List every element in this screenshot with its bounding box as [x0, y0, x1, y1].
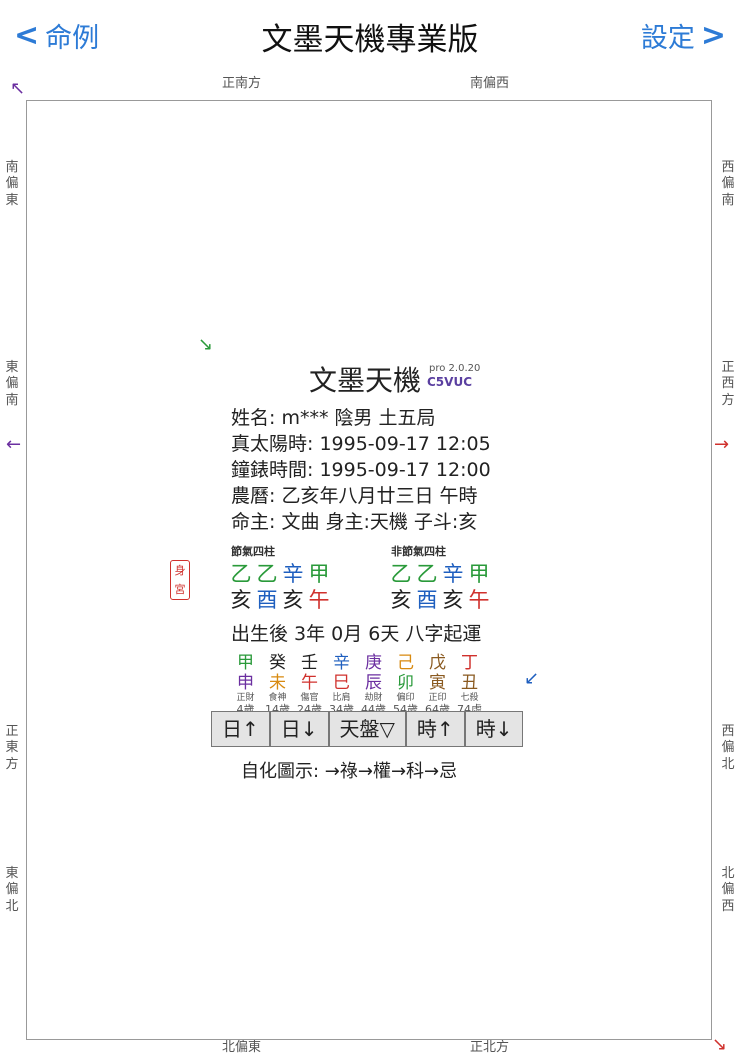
- pillar-char: 亥: [442, 588, 464, 612]
- info-line: 命主: 文曲 身主:天機 子斗:亥: [231, 511, 478, 533]
- nav-button[interactable]: 日↓: [269, 711, 329, 747]
- luck-char: 癸: [269, 653, 286, 673]
- pillar: 辛亥: [282, 561, 304, 613]
- pillar-char: 亥: [282, 588, 304, 612]
- direction-label: 南偏西: [470, 76, 510, 91]
- pillar: 乙亥: [230, 561, 252, 613]
- luck-char: 巳: [333, 673, 350, 693]
- luck-char: 丑: [461, 673, 478, 693]
- pillar-char: 辛: [442, 562, 464, 586]
- pillar-label: 非節氣四柱: [391, 545, 446, 558]
- pillar-char: 酉: [416, 588, 438, 612]
- luck-char: 辰: [365, 673, 382, 693]
- pillar: 辛亥: [442, 561, 464, 613]
- pillar-char: 乙: [390, 562, 412, 586]
- pillar-char: 乙: [256, 562, 278, 586]
- pillar-char: 午: [468, 588, 490, 612]
- chevron-right-icon: >: [700, 17, 726, 53]
- pillar-char: 甲: [468, 562, 490, 586]
- pillar-char: 乙: [230, 562, 252, 586]
- arrow-icon: ↘: [712, 1034, 728, 1054]
- ten-god: 七殺: [460, 693, 479, 703]
- info-line: 真太陽時: 1995-09-17 12:05: [231, 433, 491, 455]
- pillars-jieqi: 乙亥乙酉辛亥甲午: [230, 561, 330, 613]
- ten-god: 劫財: [364, 693, 383, 703]
- direction-label: 北偏西: [721, 866, 735, 914]
- center-title: 文墨天機: [309, 364, 422, 397]
- luck-char: 申: [237, 673, 254, 693]
- pillar-char: 酉: [256, 588, 278, 612]
- ten-god: 傷官: [300, 693, 319, 703]
- luck-char: 卯: [397, 673, 414, 693]
- pillar: 甲午: [308, 561, 330, 613]
- page-title: 文墨天機專業版: [261, 22, 479, 58]
- pillar: 甲午: [468, 561, 490, 613]
- info-line: 出生後 3年 0月 6天 八字起運: [231, 623, 482, 645]
- toolbar: 日↑ 日↓ 天盤▽ 時↑ 時↓: [211, 711, 524, 747]
- arrow-icon: ↙: [524, 668, 540, 689]
- arrow-icon: →: [714, 434, 730, 455]
- pillar-char: 亥: [230, 588, 252, 612]
- shen-badge: 身宮: [170, 560, 190, 600]
- pillar-char: 甲: [308, 562, 330, 586]
- luck-char: 甲: [237, 653, 254, 673]
- luck-char: 丁: [461, 653, 478, 673]
- direction-label: 北偏東: [222, 1040, 262, 1054]
- direction-label: 東偏南: [5, 360, 19, 408]
- pillars-nonjieqi: 乙亥乙酉辛亥甲午: [390, 561, 490, 613]
- luck-char: 未: [269, 673, 286, 693]
- nav-button[interactable]: 時↓: [464, 711, 524, 747]
- direction-label: 西偏南: [721, 160, 735, 208]
- direction-label: 東偏北: [5, 866, 19, 914]
- settings-button[interactable]: 設定 >: [641, 16, 726, 55]
- pillar-char: 辛: [282, 562, 304, 586]
- luck-char: 午: [301, 673, 318, 693]
- nav-bar: < 命例 文墨天機專業版 設定 >: [0, 0, 740, 68]
- ten-god: 偏印: [396, 693, 415, 703]
- nav-button[interactable]: 天盤▽: [328, 711, 406, 747]
- ten-god: 正財: [236, 693, 255, 703]
- info-line: 農曆: 乙亥年八月廿三日 午時: [231, 485, 478, 507]
- legend: 自化圖示: →祿→權→科→忌: [241, 761, 458, 782]
- ten-god: 比肩: [332, 693, 351, 703]
- chart-screen: { "nav":{"back":"命例","title":"文墨天機專業版","…: [0, 0, 740, 1054]
- chart-board: 文墨天機 pro 2.0.20 C5VUC 姓名: m*** 陰男 土五局 真太…: [26, 100, 712, 1040]
- luck-char: 寅: [429, 673, 446, 693]
- info-line: 姓名: m*** 陰男 土五局: [231, 407, 436, 429]
- direction-label: 正北方: [470, 1040, 510, 1054]
- luck-char: 庚: [365, 653, 382, 673]
- version-label: pro 2.0.20: [429, 363, 481, 374]
- center-panel: 文墨天機 pro 2.0.20 C5VUC 姓名: m*** 陰男 土五局 真太…: [197, 337, 543, 803]
- direction-label: 正南方: [222, 76, 262, 91]
- pillar: 乙亥: [390, 561, 412, 613]
- pillar: 乙酉: [256, 561, 278, 613]
- pillar: 乙酉: [416, 561, 438, 613]
- arrow-icon: ↘: [198, 334, 214, 355]
- direction-label: 正西方: [721, 360, 735, 408]
- arrow-icon: ↖: [10, 78, 26, 99]
- pillar-label: 節氣四柱: [231, 545, 275, 558]
- luck-char: 戊: [429, 653, 446, 673]
- info-line: 鐘錶時間: 1995-09-17 12:00: [231, 459, 491, 481]
- pillar-char: 乙: [416, 562, 438, 586]
- direction-label: 西偏北: [721, 724, 735, 772]
- luck-char: 壬: [301, 653, 318, 673]
- pillar-char: 午: [308, 588, 330, 612]
- code-label: C5VUC: [427, 375, 472, 389]
- direction-label: 正東方: [5, 724, 19, 772]
- ten-god: 正印: [428, 693, 447, 703]
- arrow-icon: ←: [6, 434, 22, 455]
- ten-god: 食神: [268, 693, 287, 703]
- luck-char: 辛: [333, 653, 350, 673]
- nav-button[interactable]: 時↑: [405, 711, 465, 747]
- nav-button[interactable]: 日↑: [211, 711, 270, 747]
- luck-char: 己: [397, 653, 414, 673]
- direction-label: 南偏東: [5, 160, 19, 208]
- pillar-char: 亥: [390, 588, 412, 612]
